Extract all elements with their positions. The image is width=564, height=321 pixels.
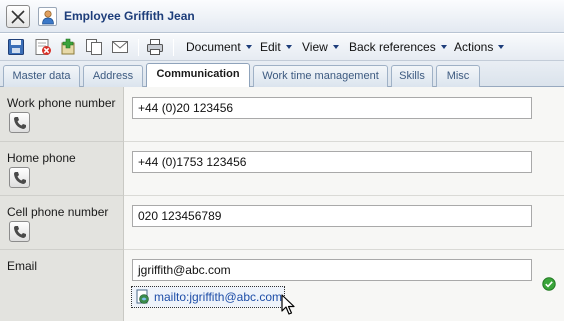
tab-communication[interactable]: Communication [146, 63, 250, 88]
caret-down-icon [332, 44, 339, 49]
menu-back-references[interactable]: Back references [349, 40, 447, 54]
email-value-cell: jgriffith@abc.com mailto:jgriffith@abc.c… [124, 250, 564, 321]
employee-icon [38, 7, 57, 26]
cell-phone-value-cell: 020 123456789 [124, 196, 564, 250]
tab-strip: Master data Address Communication Work t… [0, 61, 564, 88]
cell-phone-label: Cell phone number [7, 205, 109, 219]
window-title: Employee Griffith Jean [64, 9, 195, 23]
call-work-phone-button[interactable] [9, 112, 30, 133]
save-icon[interactable] [7, 38, 25, 56]
tab-work-time-management[interactable]: Work time management [253, 65, 388, 87]
menu-document[interactable]: Document [186, 40, 252, 54]
work-phone-value-cell: +44 (0)20 123456 [124, 87, 564, 142]
email-label: Email [7, 259, 38, 273]
tab-address[interactable]: Address [83, 65, 143, 87]
mouse-cursor-icon [281, 294, 295, 315]
delete-icon[interactable] [34, 38, 52, 56]
email-input[interactable]: jgriffith@abc.com [132, 259, 532, 281]
home-phone-input[interactable]: +44 (0)1753 123456 [132, 151, 532, 173]
check-circle-icon [542, 277, 556, 291]
tab-master-data[interactable]: Master data [3, 65, 80, 87]
close-icon [11, 10, 25, 24]
toolbar-separator [138, 39, 139, 56]
title-bar: Employee Griffith Jean [0, 0, 564, 33]
tab-misc[interactable]: Misc [436, 65, 480, 87]
caret-down-icon [440, 44, 447, 49]
home-phone-value-cell: +44 (0)1753 123456 [124, 142, 564, 196]
close-button[interactable] [6, 5, 30, 28]
cell-phone-label-cell: Cell phone number [0, 196, 124, 250]
caret-down-icon [245, 44, 252, 49]
home-phone-label: Home phone [7, 151, 76, 165]
new-record-icon[interactable] [59, 38, 77, 56]
home-phone-label-cell: Home phone [0, 142, 124, 196]
toolbar-separator [173, 39, 174, 56]
communication-form: Work phone number +44 (0)20 123456 Home … [0, 87, 564, 321]
cell-phone-input[interactable]: 020 123456789 [132, 205, 532, 227]
call-home-phone-button[interactable] [9, 167, 30, 188]
phone-icon [14, 117, 26, 129]
phone-icon [14, 172, 26, 184]
mailto-link-text: mailto:jgriffith@abc.com [154, 290, 283, 304]
menu-view[interactable]: View [302, 40, 339, 54]
print-icon[interactable] [146, 38, 164, 56]
phone-icon [14, 226, 26, 238]
mailto-link[interactable]: mailto:jgriffith@abc.com [131, 286, 285, 308]
work-phone-label-cell: Work phone number [0, 87, 124, 142]
menu-actions[interactable]: Actions [454, 40, 505, 54]
email-icon[interactable] [111, 38, 129, 56]
toolbar: Document Edit View Back references Actio… [0, 34, 564, 61]
mail-link-icon [136, 289, 149, 304]
work-phone-input[interactable]: +44 (0)20 123456 [132, 97, 532, 119]
caret-down-icon [285, 44, 292, 49]
email-label-cell: Email [0, 250, 124, 321]
call-cell-phone-button[interactable] [9, 221, 30, 242]
tab-skills[interactable]: Skills [391, 65, 433, 87]
menu-edit[interactable]: Edit [260, 40, 292, 54]
caret-down-icon [498, 44, 505, 49]
copy-icon[interactable] [85, 38, 103, 56]
work-phone-label: Work phone number [7, 96, 116, 110]
